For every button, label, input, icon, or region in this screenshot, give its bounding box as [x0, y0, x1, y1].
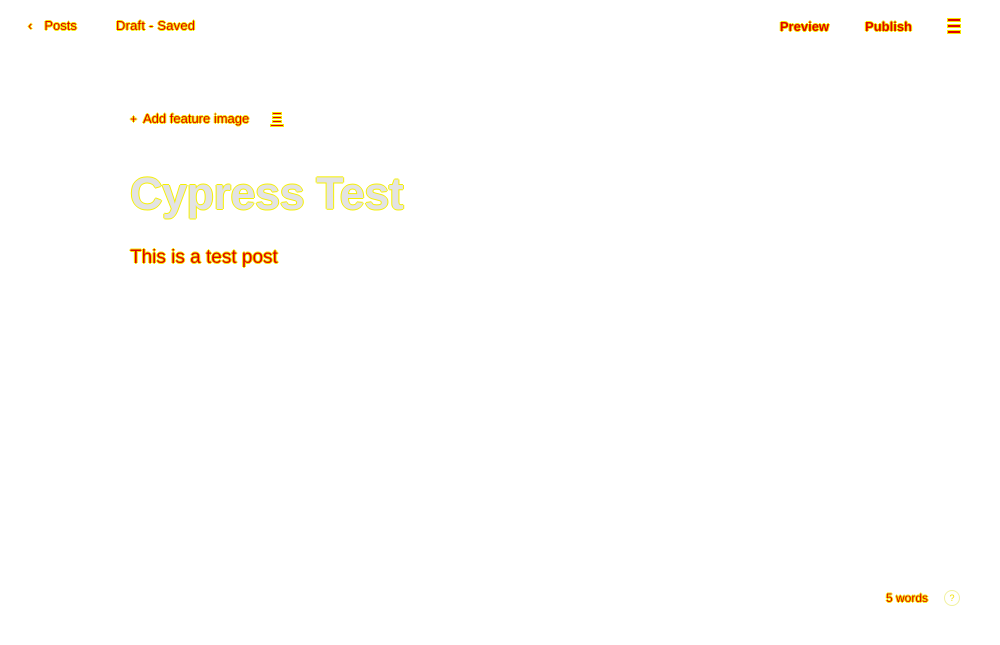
feature-image-label: Add feature image [143, 111, 250, 126]
plus-icon: + [130, 111, 138, 126]
chevron-left-icon: ‹ [28, 18, 33, 33]
back-label: Posts [44, 18, 77, 33]
menu-icon[interactable] [948, 18, 960, 34]
save-status: Draft - Saved [116, 18, 196, 33]
post-body[interactable]: This is a test post [130, 247, 278, 269]
editor-page: ‹ Posts Draft - Saved Preview Publish + … [0, 0, 1000, 645]
publish-button[interactable]: Publish [865, 19, 912, 34]
feature-image-row: + Add feature image [130, 111, 284, 126]
help-icon[interactable]: ? [944, 590, 960, 606]
add-feature-image-button[interactable]: + Add feature image [130, 111, 249, 126]
preview-button[interactable]: Preview [780, 19, 829, 34]
back-to-posts-link[interactable]: ‹ Posts [28, 18, 77, 33]
footer-status: 5 words ? [886, 590, 960, 606]
word-count: 5 words [885, 591, 928, 605]
post-settings-icon[interactable] [271, 112, 284, 126]
top-bar: ‹ Posts Draft - Saved Preview Publish [0, 0, 1000, 56]
post-title[interactable]: Cypress Test [130, 168, 404, 220]
top-actions: Preview Publish [780, 18, 960, 34]
